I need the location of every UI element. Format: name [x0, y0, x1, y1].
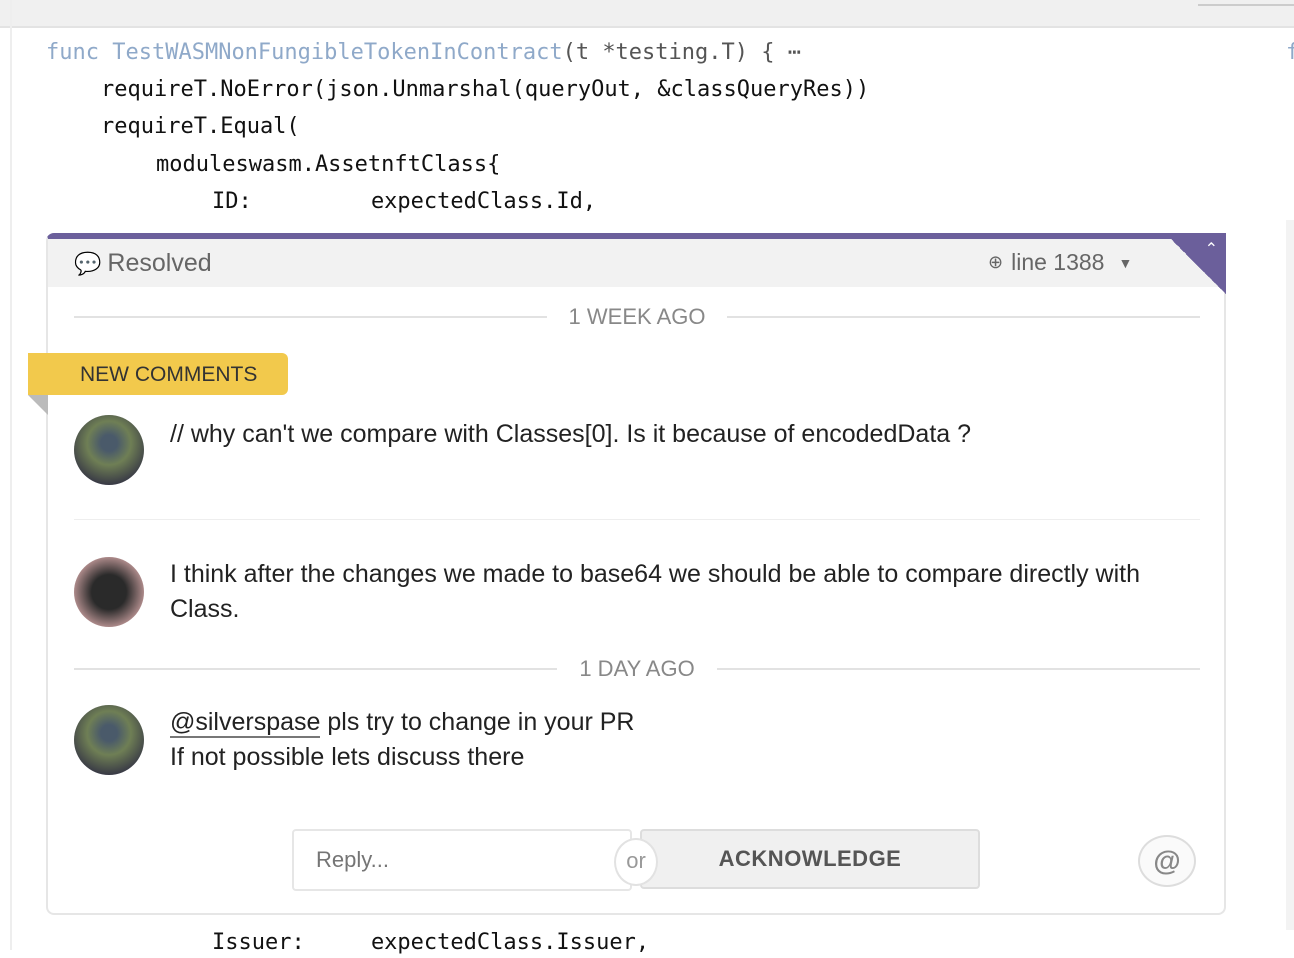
comment-line: If not possible lets discuss there: [170, 743, 525, 771]
status-label: Resolved: [107, 249, 212, 277]
thread-header: 💬 Resolved ⊕ line 1388 ▼: [48, 239, 1224, 287]
reply-input[interactable]: [292, 829, 632, 891]
top-bar: [0, 0, 1294, 28]
thread-status: 💬 Resolved: [74, 249, 212, 278]
discussion-icon: 💬: [74, 250, 102, 276]
time-separator: 1 DAY AGO: [74, 656, 1201, 681]
code-line: requireT.Equal(: [101, 114, 300, 139]
badge-fold: [28, 395, 48, 415]
top-divider: [1198, 4, 1294, 6]
code-line: moduleswasm.AssetnftClass{: [156, 152, 501, 177]
comment: @silverspase pls try to change in your P…: [74, 705, 1204, 775]
comment-text: @silverspase pls try to change in your P…: [170, 705, 634, 775]
caret-down-icon: ▼: [1118, 254, 1133, 271]
comment: // why can't we compare with Classes[0].…: [74, 415, 1204, 485]
collapse-icon: ⌃: [1204, 241, 1218, 258]
comment: I think after the changes we made to bas…: [74, 557, 1204, 627]
line-selector[interactable]: ⊕ line 1388 ▼: [988, 249, 1132, 276]
new-comments-badge: NEW COMMENTS: [28, 353, 288, 395]
line-label: line 1388: [1011, 249, 1105, 275]
mention-button[interactable]: @: [1138, 835, 1196, 887]
left-edge: [10, 0, 12, 950]
comment-text: I think after the changes we made to bas…: [170, 560, 1141, 623]
func-keyword: func: [46, 40, 99, 65]
acknowledge-button[interactable]: ACKNOWLEDGE: [640, 829, 980, 889]
code-fragment-right: f: [1286, 40, 1294, 65]
avatar[interactable]: [74, 557, 144, 627]
user-mention-link[interactable]: @silverspase: [170, 708, 321, 738]
comment-thread: 💬 Resolved ⊕ line 1388 ▼ ⌃ 1 WEEK AGO NE…: [28, 233, 1226, 915]
comment-divider: [74, 519, 1200, 520]
scrollbar-track[interactable]: [1286, 220, 1294, 930]
avatar[interactable]: [74, 415, 144, 485]
crosshair-icon: ⊕: [988, 252, 1004, 272]
avatar[interactable]: [74, 705, 144, 775]
comment-line: pls try to change in your PR: [320, 708, 635, 736]
func-signature[interactable]: (t *testing.T) { ⋯: [563, 40, 801, 65]
code-line: requireT.NoError(json.Unmarshal(queryOut…: [101, 77, 870, 102]
comment-text: // why can't we compare with Classes[0].…: [170, 420, 972, 448]
code-line: ID: expectedClass.Id,: [212, 189, 597, 214]
or-divider: or: [614, 838, 658, 886]
code-line-func: func TestWASMNonFungibleTokenInContract(…: [46, 38, 801, 68]
collapse-corner[interactable]: ⌃: [1166, 233, 1226, 295]
separator-label: 1 WEEK AGO: [568, 304, 706, 329]
time-separator: 1 WEEK AGO: [74, 304, 1200, 329]
code-line: Issuer: expectedClass.Issuer,: [212, 930, 650, 955]
func-name: TestWASMNonFungibleTokenInContract: [112, 40, 563, 65]
separator-label: 1 DAY AGO: [579, 656, 695, 681]
